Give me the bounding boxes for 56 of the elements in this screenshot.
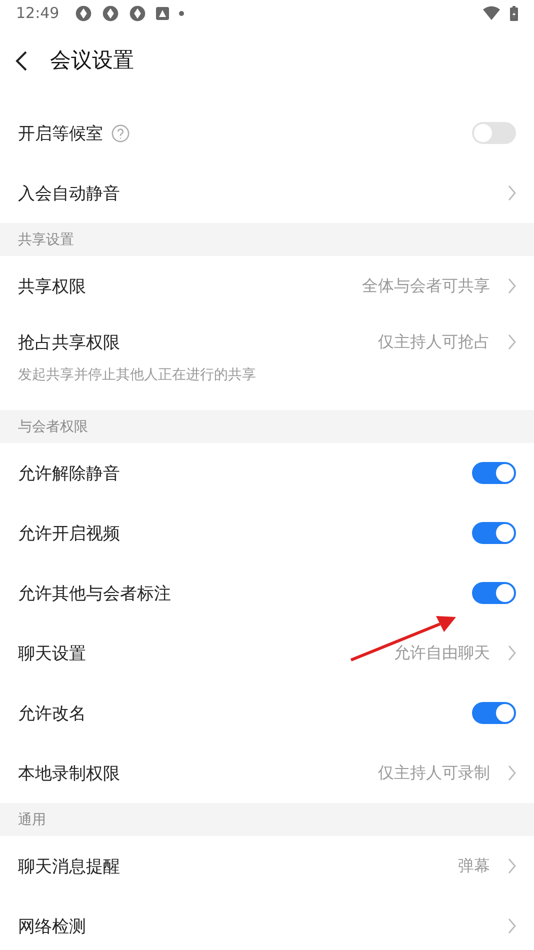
- section-title: 通用: [18, 810, 46, 828]
- app-notification-icon: [156, 6, 170, 20]
- toggle-switch[interactable]: [472, 462, 516, 484]
- back-icon[interactable]: [14, 50, 28, 72]
- aperture-icon: [102, 4, 120, 22]
- setting-value: 全体与会者可共享: [362, 276, 490, 296]
- chevron-right-icon: [508, 645, 516, 661]
- chevron-right-icon: [508, 765, 516, 781]
- settings-row[interactable]: 允许解除静音: [0, 443, 534, 503]
- setting-label: 网络检测: [18, 916, 86, 938]
- settings-row[interactable]: 入会自动静音: [0, 163, 534, 223]
- section-title: 共享设置: [18, 230, 74, 248]
- toggle-switch[interactable]: [472, 582, 516, 604]
- chevron-right-icon: [508, 918, 516, 934]
- setting-label: 聊天设置: [18, 642, 86, 664]
- settings-row[interactable]: 网络检测: [0, 896, 534, 950]
- toggle-switch[interactable]: [472, 702, 516, 724]
- chevron-right-icon: [508, 185, 516, 201]
- setting-value: 仅主持人可录制: [378, 762, 490, 784]
- aperture-icon: [75, 4, 92, 22]
- setting-label: 本地录制权限: [18, 762, 120, 784]
- setting-value: 允许自由聊天: [394, 642, 490, 664]
- setting-label: 聊天消息提醒: [18, 856, 120, 878]
- help-icon[interactable]: [111, 124, 130, 142]
- setting-label: 允许开启视频: [18, 522, 120, 544]
- chevron-right-icon: [508, 334, 516, 350]
- settings-row[interactable]: 允许改名: [0, 683, 534, 743]
- setting-value: 弹幕: [458, 856, 490, 876]
- wifi-icon: [483, 6, 500, 20]
- dot-icon: [179, 10, 184, 16]
- setting-label: 开启等候室: [18, 122, 103, 144]
- chevron-right-icon: [508, 858, 516, 874]
- page-title: 会议设置: [50, 47, 134, 74]
- setting-label: 允许改名: [18, 702, 86, 724]
- settings-row[interactable]: 开启等候室: [0, 103, 534, 163]
- battery-icon: [510, 6, 518, 20]
- setting-value: 仅主持人可抢占: [378, 332, 490, 352]
- aperture-icon: [129, 4, 146, 22]
- chevron-right-icon: [508, 278, 516, 294]
- section-title: 与会者权限: [18, 418, 88, 436]
- settings-row[interactable]: 抢占共享权限 仅主持人可抢占: [0, 316, 534, 368]
- status-time: 12:49: [16, 4, 60, 22]
- toggle-switch[interactable]: [472, 122, 516, 144]
- settings-row[interactable]: 聊天消息提醒 弹幕: [0, 836, 534, 896]
- toggle-switch[interactable]: [472, 522, 516, 544]
- settings-row[interactable]: 本地录制权限 仅主持人可录制: [0, 743, 534, 803]
- settings-row[interactable]: 允许开启视频: [0, 503, 534, 563]
- settings-row[interactable]: 聊天设置 允许自由聊天: [0, 623, 534, 683]
- setting-label: 允许解除静音: [18, 462, 120, 484]
- setting-label: 允许其他与会者标注: [18, 582, 171, 604]
- settings-row[interactable]: 允许其他与会者标注: [0, 563, 534, 623]
- setting-label: 抢占共享权限: [18, 332, 120, 354]
- setting-label: 入会自动静音: [18, 182, 120, 204]
- setting-label: 共享权限: [18, 276, 86, 298]
- setting-note: 发起共享并停止其他人正在进行的共享: [18, 367, 256, 383]
- settings-row[interactable]: 共享权限 全体与会者可共享: [0, 256, 534, 316]
